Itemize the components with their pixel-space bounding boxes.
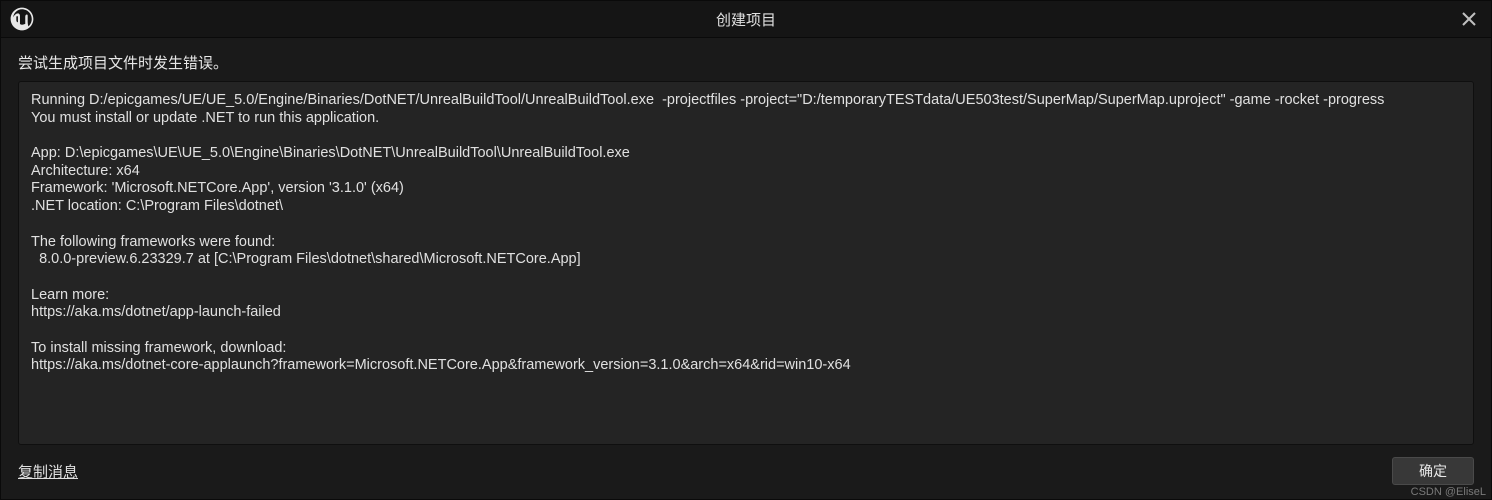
dialog-window: 创建项目 尝试生成项目文件时发生错误。 Running D:/epicgames… — [0, 0, 1492, 500]
error-log-textbox[interactable]: Running D:/epicgames/UE/UE_5.0/Engine/Bi… — [18, 81, 1474, 445]
copy-message-link[interactable]: 复制消息 — [18, 461, 78, 482]
watermark-text: CSDN @EliseL — [1411, 486, 1486, 498]
close-icon — [1462, 12, 1476, 26]
dialog-title: 创建项目 — [716, 9, 776, 30]
unreal-logo-icon — [9, 6, 35, 32]
titlebar: 创建项目 — [1, 1, 1491, 38]
error-heading: 尝试生成项目文件时发生错误。 — [18, 52, 1474, 73]
close-button[interactable] — [1455, 5, 1483, 33]
dialog-footer: 复制消息 确定 — [18, 445, 1474, 489]
dialog-body: 尝试生成项目文件时发生错误。 Running D:/epicgames/UE/U… — [1, 38, 1491, 499]
ok-button[interactable]: 确定 — [1392, 457, 1474, 485]
